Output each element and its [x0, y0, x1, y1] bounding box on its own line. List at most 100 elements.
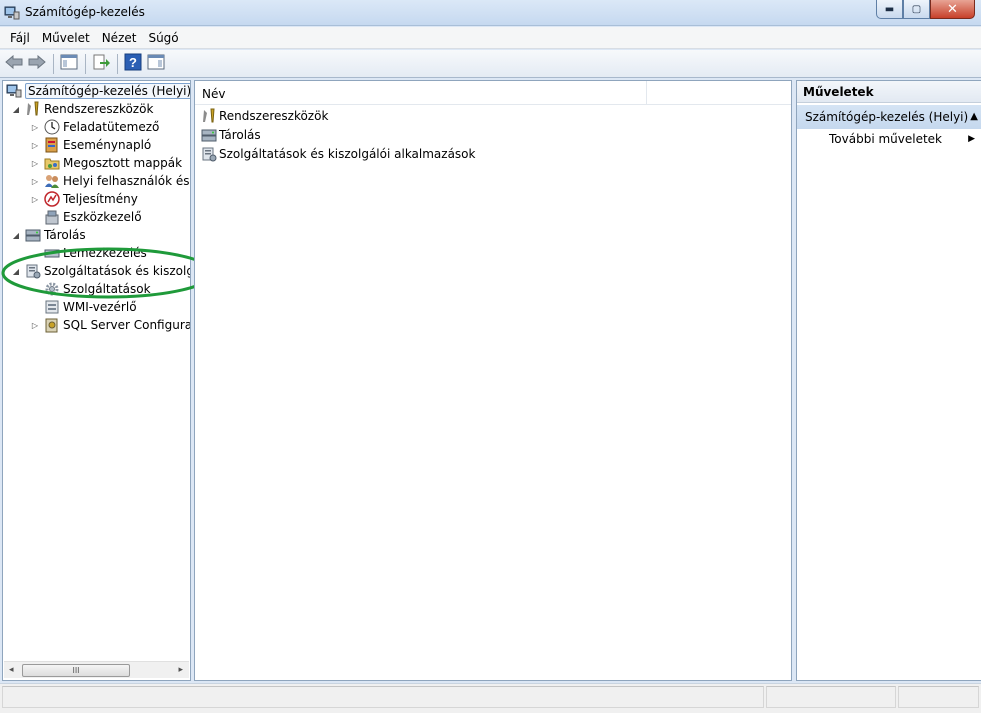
tree-item-services-apps[interactable]: ◢ Szolgáltatások és kiszolgáló — [11, 262, 190, 280]
tree-item-device-manager[interactable]: Eszközkezelő — [30, 208, 142, 226]
tree-item-label: Eseménynapló — [63, 138, 152, 152]
tree-item-label: Tárolás — [44, 228, 86, 242]
results-list: Név Rendszereszközök Tárolás Szolgáltatá… — [194, 80, 792, 681]
show-hide-action-pane-icon — [147, 54, 165, 73]
tree-item-label: Eszközkezelő — [63, 210, 142, 224]
tree-item-label: Szolgáltatások és kiszolgáló — [44, 264, 190, 278]
list-item[interactable]: Szolgáltatások és kiszolgálói alkalmazás… — [201, 145, 475, 163]
actions-section-label: Számítógép-kezelés (Helyi) — [805, 110, 969, 124]
actions-section-header[interactable]: Számítógép-kezelés (Helyi) ▲ — [797, 105, 981, 129]
tree-item-label: Megosztott mappák — [63, 156, 183, 170]
window-title: Számítógép-kezelés — [25, 5, 145, 19]
tools-icon — [25, 101, 41, 117]
tree-item-event-viewer[interactable]: ▷ Eseménynapló — [30, 136, 151, 154]
minimize-icon: ▬ — [884, 3, 895, 15]
collapse-arrow-icon[interactable]: ◢ — [11, 105, 21, 114]
submenu-arrow-icon: ▶ — [968, 134, 975, 144]
tree-horizontal-scrollbar[interactable]: ◂ III ▸ — [4, 661, 189, 678]
console-tree: Számítógép-kezelés (Helyi) ◢ Rendszeresz… — [2, 80, 191, 681]
scroll-left-arrow-icon[interactable]: ◂ — [9, 665, 14, 675]
performance-icon — [44, 191, 60, 207]
collapse-arrow-icon[interactable]: ◢ — [11, 231, 21, 240]
maximize-button[interactable]: ▢ — [903, 0, 930, 19]
expand-arrow-icon[interactable]: ▷ — [30, 321, 40, 330]
event-viewer-icon — [44, 137, 60, 153]
tree-item-label: Lemezkezelés — [63, 246, 147, 260]
users-icon — [44, 173, 60, 189]
computer-management-icon — [4, 5, 20, 21]
list-item-label: Tárolás — [219, 128, 261, 142]
list-header: Név — [195, 81, 791, 105]
tree-item-performance[interactable]: ▷ Teljesítmény — [30, 190, 138, 208]
title-bar: Számítógép-kezelés ▬ ▢ ✕ — [0, 0, 981, 26]
help-icon: ? — [124, 53, 142, 74]
tree-item-label: Rendszereszközök — [44, 102, 154, 116]
menu-help[interactable]: Súgó — [142, 29, 184, 47]
menu-file[interactable]: Fájl — [4, 29, 36, 47]
close-button[interactable]: ✕ — [930, 0, 975, 19]
tree-item-shared-folders[interactable]: ▷ Megosztott mappák — [30, 154, 182, 172]
tools-icon — [201, 108, 217, 124]
tree-item-disk-management[interactable]: Lemezkezelés — [30, 244, 147, 262]
back-icon — [5, 54, 23, 72]
tree-item-services[interactable]: Szolgáltatások — [30, 280, 151, 298]
tree-item-label: Szolgáltatások — [63, 282, 151, 296]
toolbar-separator — [53, 53, 54, 74]
help-button[interactable]: ? — [122, 53, 144, 75]
menu-bar: Fájl Művelet Nézet Súgó — [0, 27, 981, 49]
computer-management-icon — [6, 83, 22, 99]
export-list-button[interactable] — [90, 53, 112, 75]
tree-item-label: Feladatütemező — [63, 120, 160, 134]
status-cell — [898, 686, 979, 708]
menu-view[interactable]: Nézet — [96, 29, 143, 47]
tree-item-local-users[interactable]: ▷ Helyi felhasználók és cs — [30, 172, 190, 190]
storage-icon — [25, 227, 41, 243]
expand-arrow-icon[interactable]: ▷ — [30, 177, 40, 186]
gear-icon — [44, 281, 60, 297]
expand-arrow-icon[interactable]: ▷ — [30, 159, 40, 168]
expand-arrow-icon[interactable]: ▷ — [30, 123, 40, 132]
minimize-button[interactable]: ▬ — [876, 0, 903, 19]
disk-icon — [44, 245, 60, 261]
tree-item-system-tools[interactable]: ◢ Rendszereszközök — [11, 100, 153, 118]
tree-item-root[interactable]: Számítógép-kezelés (Helyi) — [6, 82, 190, 100]
expand-arrow-icon[interactable]: ▷ — [30, 141, 40, 150]
back-button[interactable] — [3, 53, 25, 75]
services-apps-icon — [25, 263, 41, 279]
list-item[interactable]: Rendszereszközök — [201, 107, 328, 125]
show-hide-tree-icon — [60, 54, 78, 73]
tree-item-sql-server-config[interactable]: ▷ SQL Server Configuratic — [30, 316, 190, 334]
show-hide-tree-button[interactable] — [58, 53, 80, 75]
export-list-icon — [92, 54, 110, 73]
tree-item-label: WMI-vezérlő — [63, 300, 137, 314]
sql-server-icon — [44, 317, 60, 333]
wmi-icon — [44, 299, 60, 315]
more-actions-item[interactable]: További műveletek — [829, 132, 942, 146]
services-apps-icon — [201, 146, 217, 162]
show-hide-action-pane-button[interactable] — [145, 53, 167, 75]
collapse-up-icon[interactable]: ▲ — [970, 111, 978, 122]
device-manager-icon — [44, 209, 60, 225]
toolbar-separator — [117, 53, 118, 74]
menu-action[interactable]: Művelet — [36, 29, 96, 47]
tree-item-wmi-control[interactable]: WMI-vezérlő — [30, 298, 137, 316]
svg-text:?: ? — [129, 55, 137, 70]
collapse-arrow-icon[interactable]: ◢ — [11, 267, 21, 276]
scroll-right-arrow-icon[interactable]: ▸ — [178, 665, 183, 675]
tree-item-task-scheduler[interactable]: ▷ Feladatütemező — [30, 118, 159, 136]
close-icon: ✕ — [947, 1, 958, 17]
tree-item-label: Helyi felhasználók és cs — [63, 174, 190, 188]
list-item[interactable]: Tárolás — [201, 126, 261, 144]
shared-folder-icon — [44, 155, 60, 171]
list-item-label: Szolgáltatások és kiszolgálói alkalmazás… — [219, 147, 476, 161]
expand-arrow-icon[interactable]: ▷ — [30, 195, 40, 204]
storage-icon — [201, 127, 217, 143]
actions-pane-title: Műveletek — [797, 81, 981, 103]
tree-item-label: Számítógép-kezelés (Helyi) — [25, 83, 190, 99]
column-header-name[interactable]: Név — [195, 81, 647, 105]
clock-icon — [44, 119, 60, 135]
forward-button[interactable] — [26, 53, 48, 75]
maximize-icon: ▢ — [911, 3, 922, 15]
scroll-thumb[interactable]: III — [22, 664, 130, 677]
tree-item-storage[interactable]: ◢ Tárolás — [11, 226, 86, 244]
